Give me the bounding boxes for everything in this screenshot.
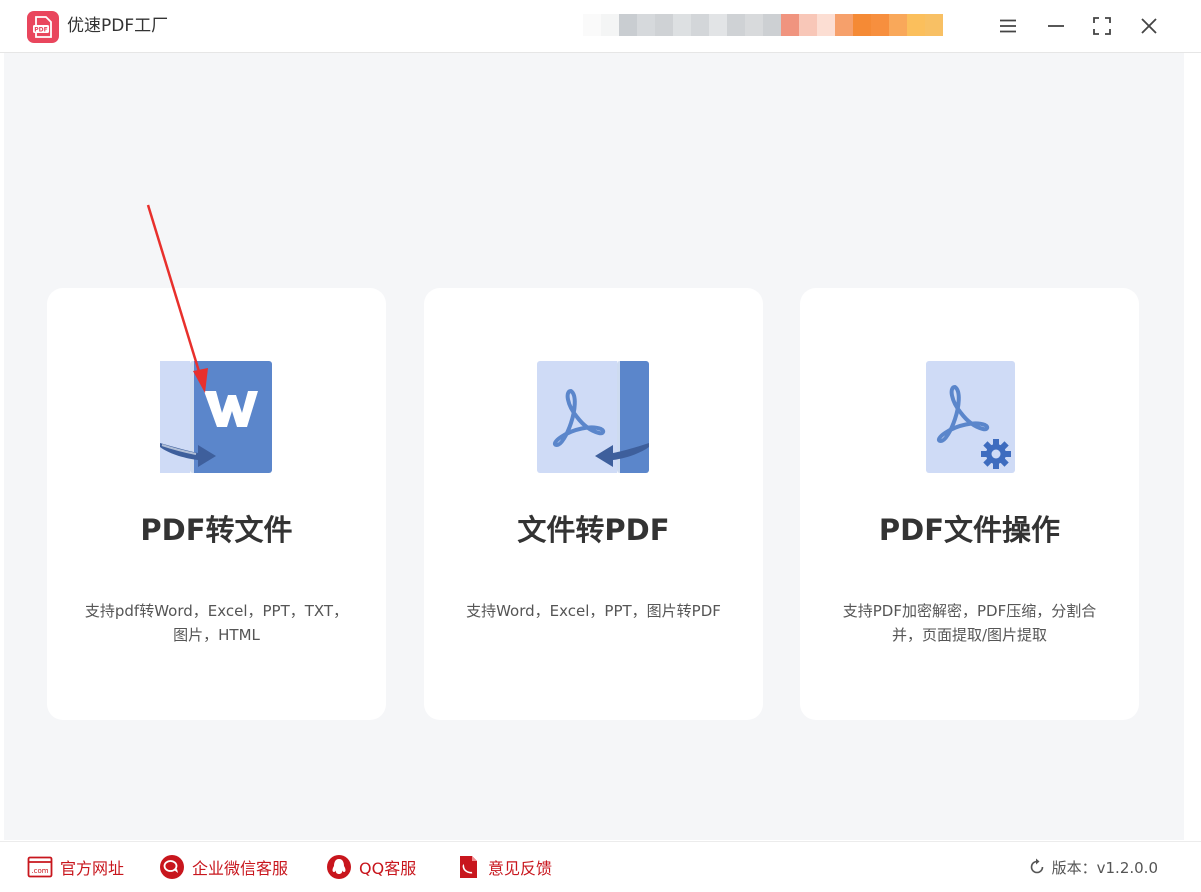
card-description: 支持pdf转Word，Excel，PPT，TXT， 图片，HTML bbox=[69, 599, 364, 647]
qq-support-link[interactable]: QQ客服 bbox=[326, 854, 416, 880]
close-button[interactable] bbox=[1135, 12, 1163, 40]
refresh-icon bbox=[1030, 858, 1043, 874]
qq-icon bbox=[327, 855, 351, 879]
wecom-icon bbox=[160, 855, 184, 879]
card-pdf-to-file[interactable]: PDF转文件 支持pdf转Word，Excel，PPT，TXT， 图片，HTML bbox=[47, 288, 386, 720]
footer-bar: .com 官方网址 企业微信客服 QQ客服 意见反馈 版本：v1.2.0.0 bbox=[0, 841, 1201, 892]
file-to-pdf-icon bbox=[537, 361, 649, 473]
minimize-icon bbox=[1048, 25, 1064, 27]
card-description: 支持PDF加密解密，PDF压缩，分割合 并，页面提取/图片提取 bbox=[822, 599, 1117, 647]
card-description-line: 支持Word，Excel，PPT，图片转PDF bbox=[466, 602, 721, 620]
card-file-to-pdf[interactable]: 文件转PDF 支持Word，Excel，PPT，图片转PDF bbox=[424, 288, 763, 720]
app-logo-icon: PDF bbox=[27, 11, 59, 43]
website-icon-text: .com bbox=[31, 867, 48, 875]
maximize-button[interactable] bbox=[1088, 12, 1116, 40]
card-description-line: 并，页面提取/图片提取 bbox=[891, 626, 1048, 644]
card-title: PDF转文件 bbox=[140, 513, 293, 547]
annotation-arrow-icon bbox=[146, 204, 208, 393]
wecom-support-label: 企业微信客服 bbox=[192, 859, 289, 878]
card-title: 文件转PDF bbox=[517, 513, 670, 547]
feedback-icon bbox=[460, 856, 477, 878]
feedback-label: 意见反馈 bbox=[488, 859, 553, 878]
wecom-support-link[interactable]: 企业微信客服 bbox=[159, 854, 288, 880]
version-info[interactable]: 版本：v1.2.0.0 bbox=[1028, 854, 1158, 880]
pdf-settings-icon bbox=[926, 361, 1015, 473]
gear-icon bbox=[981, 439, 1011, 469]
close-icon bbox=[1141, 18, 1157, 34]
app-title: 优速PDF工厂 bbox=[67, 16, 169, 36]
card-description-line: 支持pdf转Word，Excel，PPT，TXT， bbox=[84, 602, 349, 620]
website-icon: .com bbox=[27, 856, 53, 878]
maximize-icon bbox=[1093, 17, 1111, 35]
menu-button[interactable] bbox=[994, 12, 1022, 40]
blurred-account-area bbox=[583, 14, 943, 36]
card-description-line: 支持PDF加密解密，PDF压缩，分割合 bbox=[842, 602, 1097, 620]
card-description-line: 图片，HTML bbox=[173, 626, 260, 644]
version-label: 版本：v1.2.0.0 bbox=[1051, 858, 1158, 877]
website-link-label: 官方网址 bbox=[60, 859, 125, 878]
card-title: PDF文件操作 bbox=[878, 513, 1061, 547]
main-panel: PDF转文件 支持pdf转Word，Excel，PPT，TXT， 图片，HTML… bbox=[4, 53, 1184, 840]
feedback-link[interactable]: 意见反馈 bbox=[455, 854, 552, 880]
card-pdf-operations[interactable]: PDF文件操作 支持PDF加密解密，PDF压缩，分割合 并，页面提取/图片提取 bbox=[800, 288, 1139, 720]
minimize-button[interactable] bbox=[1042, 12, 1070, 40]
logo-text: PDF bbox=[34, 27, 47, 34]
title-bar: PDF 优速PDF工厂 bbox=[0, 0, 1201, 53]
card-description: 支持Word，Excel，PPT，图片转PDF bbox=[446, 599, 741, 623]
menu-icon bbox=[1000, 19, 1016, 33]
qq-support-label: QQ客服 bbox=[359, 859, 417, 878]
website-link[interactable]: .com 官方网址 bbox=[27, 854, 124, 880]
